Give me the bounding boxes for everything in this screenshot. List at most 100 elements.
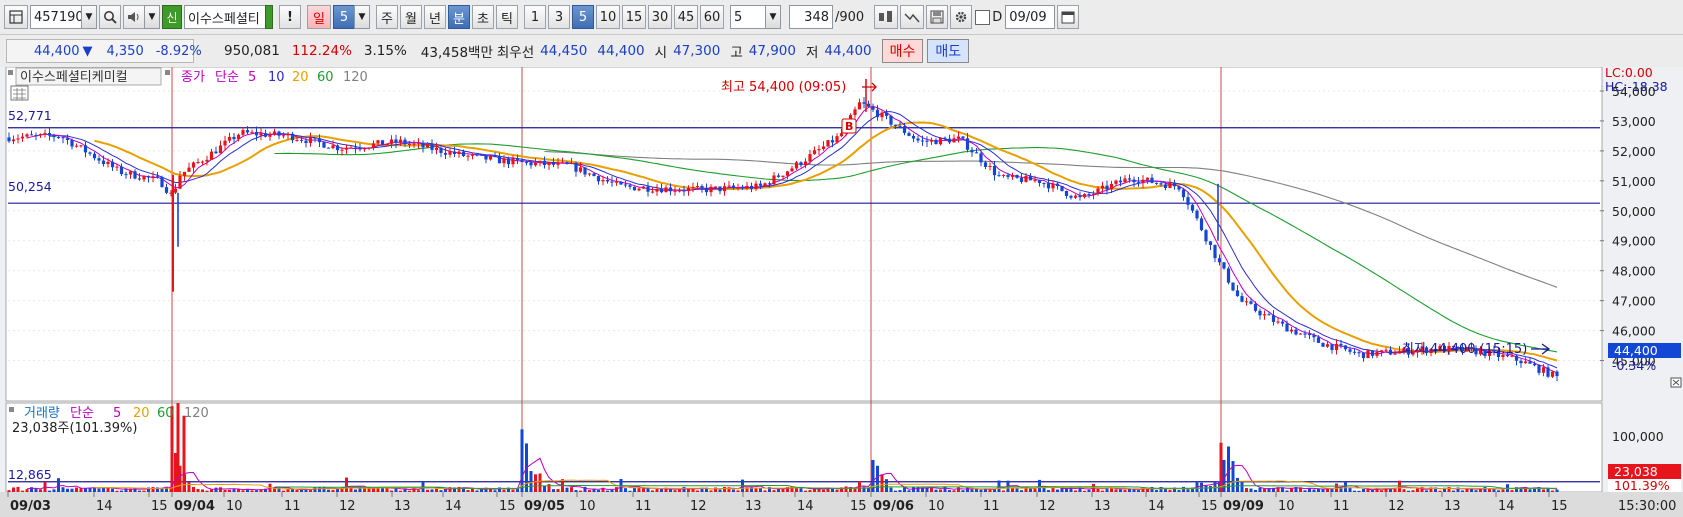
tab-year[interactable]: 년	[424, 5, 446, 29]
volume-bar	[345, 477, 348, 492]
candle-body	[673, 190, 677, 192]
volume-bar	[543, 485, 546, 492]
volume-panel[interactable]	[5, 402, 1603, 493]
speaker-icon[interactable]	[123, 5, 145, 29]
candle-body	[691, 187, 695, 189]
volume-bar	[1047, 490, 1050, 492]
interval-dropdown-arrow[interactable]: ▼	[765, 5, 781, 29]
buy-button[interactable]: 매수	[881, 39, 924, 63]
stock-code-input[interactable]: 457190	[30, 5, 84, 29]
candle-body	[893, 124, 898, 126]
stock-chart[interactable]: 이수스페셜티케미컬 종가 단순 5 10 20 60 120 52,771 50…	[0, 67, 1683, 517]
candle-body	[119, 166, 124, 175]
candle-body	[1069, 195, 1073, 198]
candle-body	[808, 154, 812, 162]
volume-bar	[574, 490, 578, 492]
candle-body	[740, 187, 745, 189]
volume-bar	[1137, 490, 1140, 492]
crosshair-icon[interactable]	[900, 5, 925, 29]
candle-body	[1019, 177, 1024, 182]
candle-body	[407, 143, 412, 145]
x-axis-label: 09/03	[10, 499, 51, 514]
volume-bar	[187, 482, 191, 492]
candle-body	[1276, 321, 1280, 323]
interval-input[interactable]: 5	[730, 5, 766, 29]
volume-bar	[228, 489, 231, 492]
candle-body	[61, 137, 65, 139]
tab-second[interactable]: 초	[472, 5, 494, 29]
tab-minute[interactable]: 분	[448, 5, 470, 29]
date-input[interactable]: 09/09	[1005, 5, 1056, 29]
candle-body	[178, 175, 182, 189]
candle-body	[1159, 183, 1163, 185]
minute-15-button[interactable]: 15	[622, 5, 646, 29]
candle-body	[1325, 344, 1330, 347]
date-checkbox[interactable]	[975, 9, 991, 25]
candle-body	[295, 139, 299, 141]
candle-body	[1064, 190, 1069, 196]
period-day-button[interactable]: 일	[307, 5, 331, 29]
minute-10-button[interactable]: 10	[596, 5, 620, 29]
gear-icon[interactable]	[950, 5, 973, 29]
candle-body	[277, 131, 281, 136]
tools-icon[interactable]	[874, 5, 899, 29]
candle-body	[65, 138, 70, 140]
volume-bar	[475, 490, 479, 492]
down-arrow-icon: ▼	[82, 43, 93, 59]
volume-bar	[115, 490, 119, 492]
code-dropdown-arrow[interactable]: ▼	[81, 5, 97, 29]
y-axis-label: 49,000	[1612, 234, 1656, 249]
candle-body	[308, 137, 313, 144]
low-label: 저	[805, 45, 819, 61]
candle-body	[592, 173, 596, 177]
period-five-button[interactable]: 5	[333, 5, 355, 29]
minute-3-button[interactable]: 3	[548, 5, 570, 29]
volume-bar	[1087, 489, 1091, 492]
candle-body	[700, 186, 704, 189]
legend-vol-ma120: 120	[184, 406, 209, 421]
x-axis-label: 14	[797, 499, 814, 514]
volume-bar	[471, 488, 474, 492]
stock-name-field[interactable]: 이수스페셜티	[184, 5, 266, 29]
x-axis-label: 12	[339, 499, 356, 514]
volume-bar	[75, 487, 78, 492]
volume-bar	[1411, 490, 1415, 492]
candle-body	[871, 106, 875, 110]
tab-week[interactable]: 주	[376, 5, 398, 29]
minute-30-button[interactable]: 30	[648, 5, 672, 29]
candle-body	[1312, 335, 1316, 338]
candle-body	[988, 165, 992, 167]
save-icon[interactable]	[926, 5, 949, 29]
price-panel[interactable]	[5, 67, 1603, 402]
minute-1-button[interactable]: 1	[524, 5, 546, 29]
layout-icon[interactable]	[4, 5, 28, 29]
candle-body	[254, 131, 259, 136]
minute-45-button[interactable]: 45	[674, 5, 698, 29]
calendar-icon[interactable]	[1057, 5, 1080, 29]
minute-5-button[interactable]: 5	[572, 5, 594, 29]
candle-body	[173, 188, 178, 193]
volume-bar	[1461, 490, 1464, 492]
alert-icon[interactable]: !	[279, 5, 301, 29]
tab-tick[interactable]: 틱	[496, 5, 518, 29]
volume-bar	[894, 490, 897, 492]
volume-bar	[777, 489, 780, 492]
candle-body	[583, 167, 587, 175]
count-input[interactable]: 348	[789, 5, 833, 29]
speaker-dropdown-arrow[interactable]: ▼	[144, 5, 160, 29]
sell-button[interactable]: 매도	[927, 39, 970, 63]
candle-body	[907, 132, 911, 136]
candle-body	[713, 186, 718, 188]
volume-bar	[354, 489, 357, 492]
candle-body	[340, 149, 344, 151]
candle-body	[200, 161, 205, 163]
minute-60-button[interactable]: 60	[700, 5, 724, 29]
candle-body	[736, 187, 740, 189]
search-icon[interactable]	[99, 5, 121, 29]
candle-body	[124, 174, 128, 176]
y-axis-label: 53,000	[1612, 114, 1656, 129]
tab-month[interactable]: 월	[400, 5, 422, 29]
candle-body	[772, 175, 776, 185]
volume-bar	[804, 490, 807, 492]
period-dropdown-arrow[interactable]: ▼	[354, 5, 370, 29]
